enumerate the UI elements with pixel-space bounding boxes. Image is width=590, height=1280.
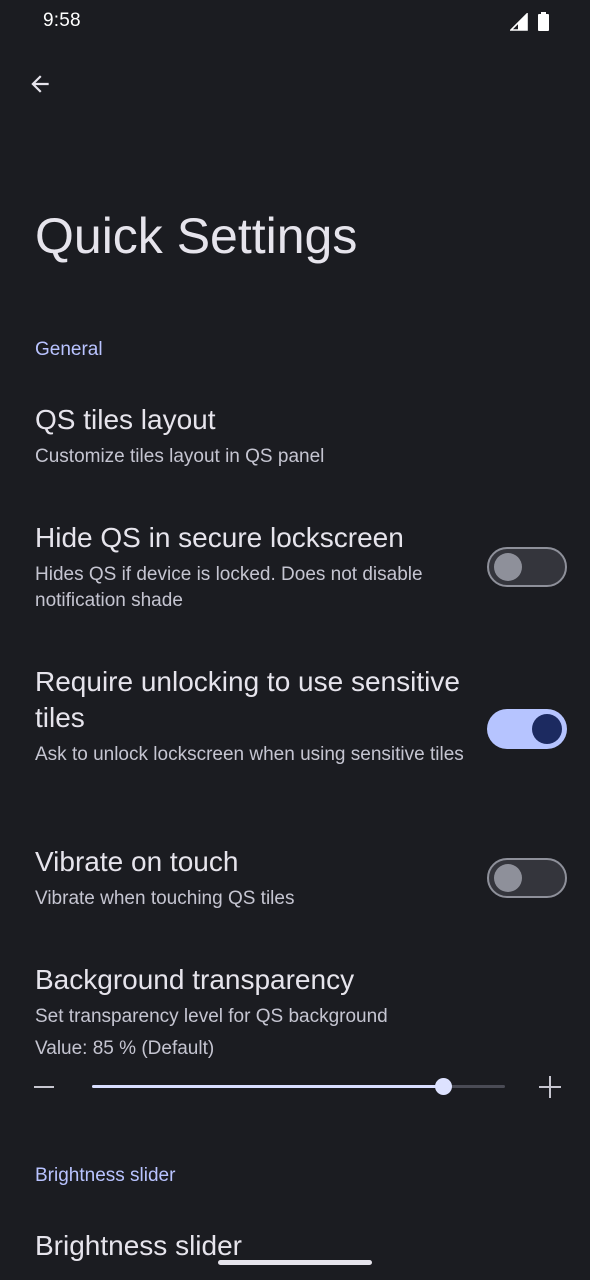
pref-title: QS tiles layout xyxy=(35,404,216,435)
transparency-slider-row xyxy=(0,1066,590,1108)
slider-value-text: Value: 85 % (Default) xyxy=(35,1038,215,1059)
arrow-back-icon xyxy=(31,75,49,93)
section-header-brightness: Brightness slider xyxy=(35,1165,176,1186)
pref-title: Vibrate on touch xyxy=(35,846,239,877)
slider-thumb[interactable] xyxy=(435,1078,453,1095)
status-time: 9:58 xyxy=(43,10,81,31)
pref-title: Brightness slider xyxy=(35,1230,242,1261)
pref-title: Background transparency xyxy=(35,964,355,995)
pref-title: Require unlocking to use sensitive tiles xyxy=(35,666,460,733)
battery-icon xyxy=(538,12,549,31)
back-button[interactable] xyxy=(20,64,60,104)
status-bar: 9:58 xyxy=(0,0,590,44)
toggle-thumb xyxy=(494,553,522,581)
pref-summary: Set transparency level for QS background xyxy=(35,1006,388,1027)
pref-title: Hide QS in secure lockscreen xyxy=(35,522,404,553)
pref-summary: Vibrate when touching QS tiles xyxy=(35,888,295,909)
signal-icon xyxy=(510,13,528,31)
require-unlock-toggle[interactable] xyxy=(487,709,567,749)
hide-qs-toggle[interactable] xyxy=(487,547,567,587)
transparency-slider[interactable] xyxy=(92,1078,505,1095)
pref-summary: Ask to unlock lockscreen when using sens… xyxy=(35,744,464,765)
page-title: Quick Settings xyxy=(35,208,358,264)
minus-icon[interactable] xyxy=(34,1086,54,1088)
toggle-thumb xyxy=(494,864,522,892)
pref-summary: Customize tiles layout in QS panel xyxy=(35,446,325,467)
slider-active-track xyxy=(92,1085,444,1088)
plus-icon[interactable] xyxy=(539,1076,561,1098)
toggle-thumb xyxy=(532,714,562,744)
pref-summary: Hides QS if device is locked. Does not d… xyxy=(35,564,423,611)
section-header-general: General xyxy=(35,339,103,360)
gesture-nav-handle[interactable] xyxy=(218,1260,372,1265)
vibrate-toggle[interactable] xyxy=(487,858,567,898)
